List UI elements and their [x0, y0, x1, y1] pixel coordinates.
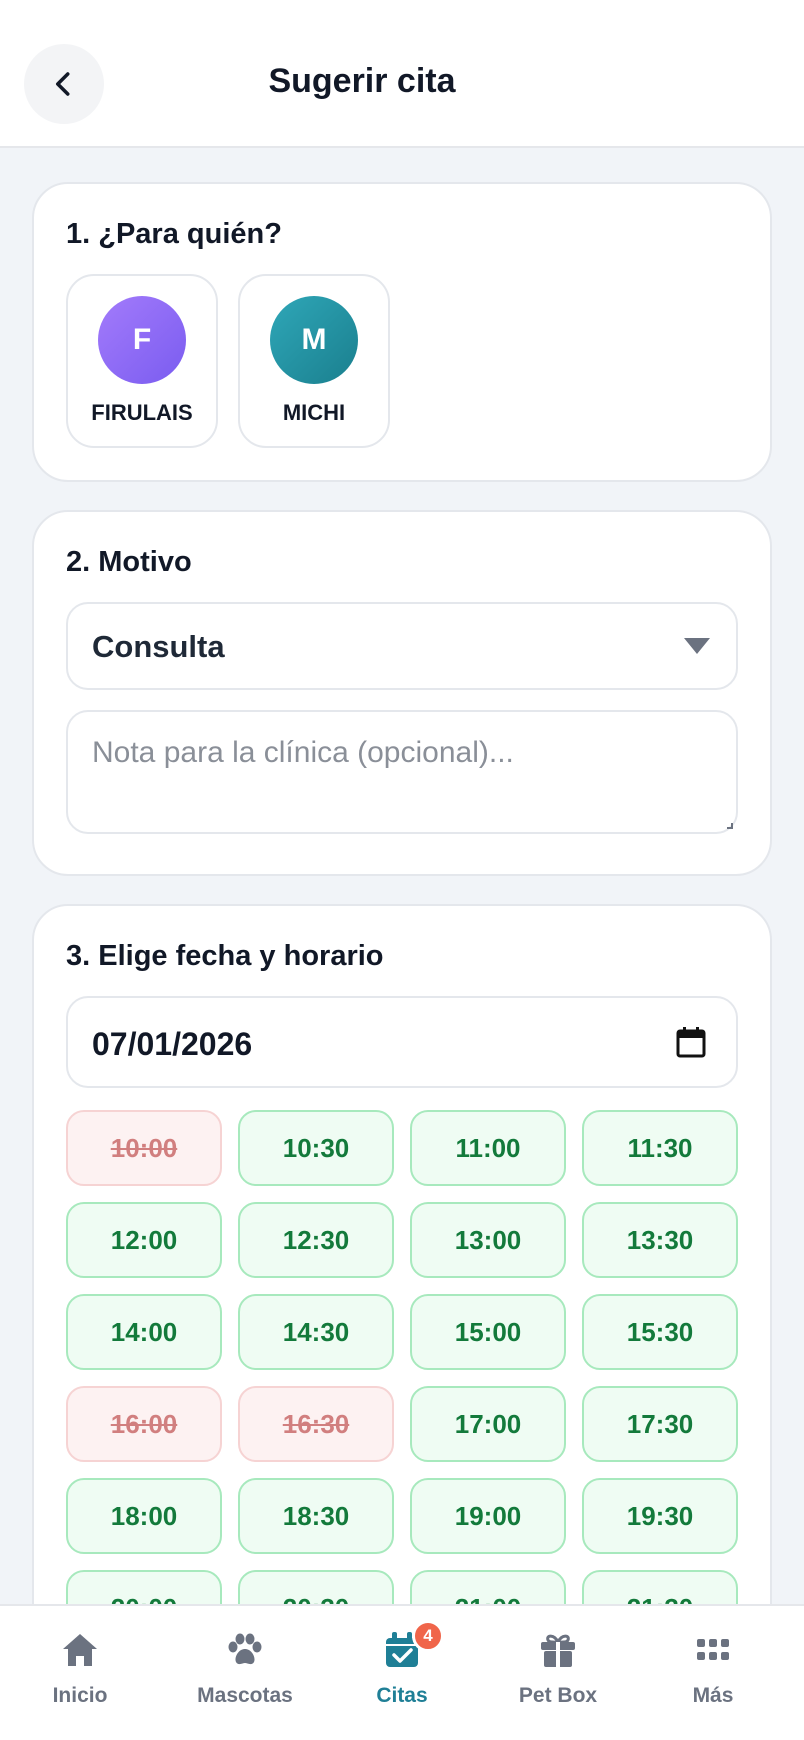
pet-option-michi[interactable]: M MICHI: [238, 274, 390, 448]
scroll-content[interactable]: 1. ¿Para quién? F FIRULAIS M MICHI 2. Mo…: [0, 150, 804, 1604]
time-slot-1630: 16:30: [238, 1386, 394, 1462]
reason-select-value: Consulta: [92, 629, 225, 664]
time-slot-1430[interactable]: 14:30: [238, 1294, 394, 1370]
tab-label: Mascotas: [197, 1684, 293, 1707]
time-slot-2030[interactable]: 20:30: [238, 1570, 394, 1604]
avatar: F: [98, 296, 186, 384]
time-slot-2130[interactable]: 21:30: [582, 1570, 738, 1604]
tab-label: Citas: [376, 1684, 428, 1707]
tab-pet-box[interactable]: Pet Box: [480, 1606, 636, 1740]
time-slot-1600: 16:00: [66, 1386, 222, 1462]
pet-option-firulais[interactable]: F FIRULAIS: [66, 274, 218, 448]
pet-section-heading: 1. ¿Para quién?: [66, 218, 282, 250]
reason-section-heading: 2. Motivo: [66, 546, 192, 578]
time-slot-1100[interactable]: 11:00: [410, 1110, 566, 1186]
notification-badge: 4: [412, 1620, 444, 1652]
time-slot-1900[interactable]: 19:00: [410, 1478, 566, 1554]
reason-card: 2. Motivo Consulta Nota para la clínica …: [32, 510, 772, 876]
time-slot-1200[interactable]: 12:00: [66, 1202, 222, 1278]
time-slot-1530[interactable]: 15:30: [582, 1294, 738, 1370]
calendar-icon[interactable]: [676, 1026, 706, 1058]
date-input[interactable]: 07/01/2026: [66, 996, 738, 1088]
time-slot-1230[interactable]: 12:30: [238, 1202, 394, 1278]
pet-name: FIRULAIS: [91, 400, 193, 425]
time-slot-1400[interactable]: 14:00: [66, 1294, 222, 1370]
time-slot-1830[interactable]: 18:30: [238, 1478, 394, 1554]
time-slot-1930[interactable]: 19:30: [582, 1478, 738, 1554]
time-slot-2100[interactable]: 21:00: [410, 1570, 566, 1604]
time-slot-1300[interactable]: 13:00: [410, 1202, 566, 1278]
tab-label: Pet Box: [518, 1684, 598, 1707]
clinic-note-textarea[interactable]: Nota para la clínica (opcional)...: [66, 710, 738, 834]
tab-inicio[interactable]: Inicio: [2, 1606, 158, 1740]
reason-select[interactable]: Consulta: [66, 602, 738, 690]
bottom-tab-bar: Inicio Mascotas 4 Citas Pet Box Más: [0, 1604, 804, 1740]
schedule-card: 3. Elige fecha y horario 07/01/2026 10:0…: [32, 904, 772, 1604]
time-slot-1800[interactable]: 18:00: [66, 1478, 222, 1554]
date-value: 07/01/2026: [92, 1026, 253, 1062]
time-slot-1700[interactable]: 17:00: [410, 1386, 566, 1462]
caret-down-icon: [684, 638, 710, 654]
app-header: Sugerir cita: [0, 0, 804, 148]
paw-icon: [228, 1633, 262, 1665]
home-icon: [63, 1634, 97, 1666]
resize-handle-icon[interactable]: [727, 823, 733, 829]
time-slot-1130[interactable]: 11:30: [582, 1110, 738, 1186]
grid-icon: [697, 1639, 729, 1660]
clinic-note-placeholder: Nota para la clínica (opcional)...: [92, 736, 514, 769]
time-slot-2000[interactable]: 20:00: [66, 1570, 222, 1604]
pet-name: MICHI: [282, 400, 346, 425]
tab-citas[interactable]: 4 Citas: [324, 1606, 480, 1740]
tab-mas[interactable]: Más: [635, 1606, 791, 1740]
gift-icon: [541, 1634, 575, 1667]
tab-label: Inicio: [52, 1684, 108, 1707]
page-title: Sugerir cita: [268, 62, 456, 100]
avatar: M: [270, 296, 358, 384]
tab-mascotas[interactable]: Mascotas: [167, 1606, 323, 1740]
time-slot-1500[interactable]: 15:00: [410, 1294, 566, 1370]
tab-label: Más: [692, 1684, 734, 1707]
pet-selection-card: 1. ¿Para quién? F FIRULAIS M MICHI: [32, 182, 772, 482]
time-slot-1000: 10:00: [66, 1110, 222, 1186]
time-slot-1330[interactable]: 13:30: [582, 1202, 738, 1278]
time-slot-1030[interactable]: 10:30: [238, 1110, 394, 1186]
time-slot-1730[interactable]: 17:30: [582, 1386, 738, 1462]
schedule-section-heading: 3. Elige fecha y horario: [66, 940, 384, 972]
